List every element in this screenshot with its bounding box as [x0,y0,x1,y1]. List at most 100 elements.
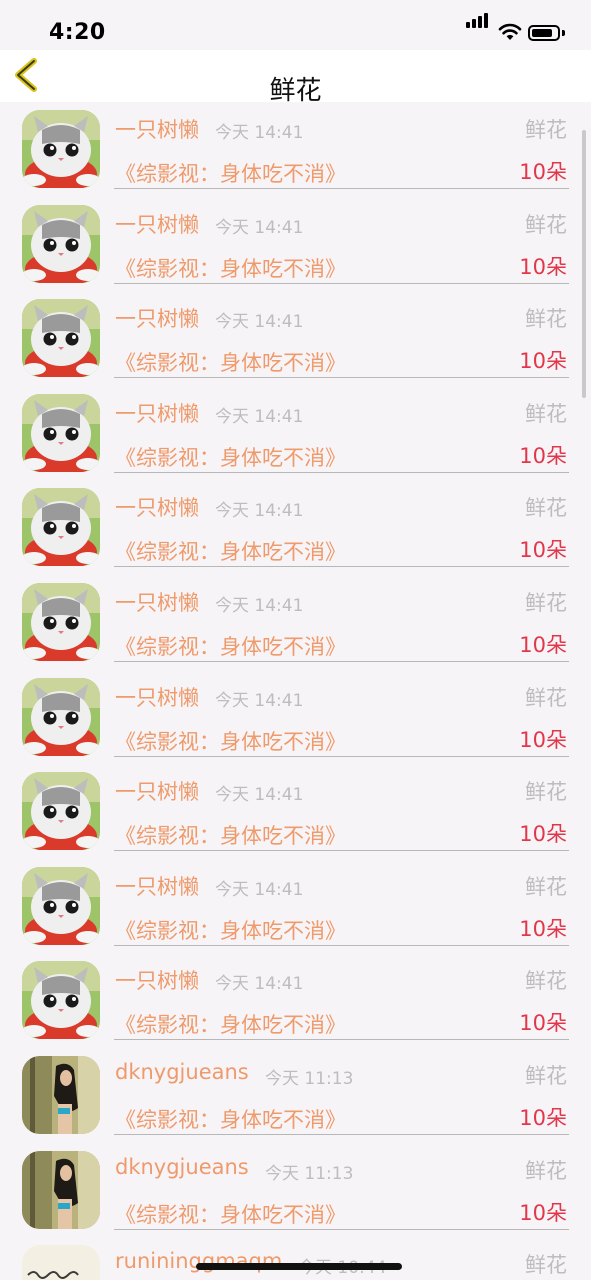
list-item[interactable]: 一只树懒 今天 14:41 鲜花 《综影视：身体吃不消》 10朵 [0,197,591,292]
user-name: 一只树懒 [115,969,199,994]
user-name: 一只树懒 [115,591,199,615]
gift-record-list[interactable]: 一只树懒 今天 14:41 鲜花 《综影视：身体吃不消》 10朵 一只树懒 今天 14:41… [0,102,591,1280]
gift-time: 今天 14:41 [215,406,304,427]
gift-type: 鲜花 [525,1064,567,1088]
list-item[interactable]: dknygjueans 今天 11:13 鲜花 《综影视：身体吃不消》 10朵 [0,1048,591,1143]
row-divider [114,377,569,379]
user-name: 一只树懒 [115,401,199,426]
avatar[interactable] [22,1056,100,1134]
user-name: 一只树懒 [115,874,199,899]
book-title[interactable]: 《综影视：身体吃不消》 [115,1104,346,1134]
gift-time: 今天 14:41 [215,217,304,238]
gift-time: 今天 14:41 [215,974,304,995]
book-title[interactable]: 《综影视：身体吃不消》 [115,253,346,283]
avatar[interactable] [22,961,100,1040]
row-divider [114,188,569,189]
avatar[interactable] [22,204,100,283]
row-divider [114,1039,569,1041]
book-title[interactable]: 《综影视：身体吃不消》 [115,158,346,188]
avatar[interactable] [22,1150,100,1229]
row-divider [114,755,569,757]
flower-count: 10朵 [519,633,567,657]
row-divider [114,282,569,284]
status-time: 4:20 [49,20,106,45]
gift-time: 今天 14:41 [215,879,304,900]
user-name: 一只树懒 [115,685,199,710]
book-title[interactable]: 《综影视：身体吃不消》 [115,820,346,850]
list-item[interactable]: 一只树懒 今天 14:41 鲜花《综影视：身体吃不消》 10朵 [0,102,591,197]
flower-count: 10朵 [519,1200,567,1225]
gift-time: 今天 11:13 [265,1069,354,1089]
row-divider [114,1134,569,1135]
book-title[interactable]: 《综影视：身体吃不消》 [115,347,346,377]
gift-type: 鲜花 [525,780,567,805]
row-divider [114,1228,569,1230]
avatar[interactable] [22,1245,100,1280]
flower-count: 10朵 [519,916,567,941]
list-item[interactable]: 一只树懒 今天 14:41 鲜花 《综影视：身体吃不消》 10朵 [0,953,591,1048]
avatar[interactable] [22,488,100,567]
flower-count: 10朵 [519,538,567,563]
book-title[interactable]: 《综影视：身体吃不消》 [115,536,346,566]
row-divider [114,661,569,662]
gift-time: 今天 14:41 [215,312,304,333]
list-item[interactable]: 一只树懒 今天 14:41 鲜花 《综影视：身体吃不消》 10朵 [0,575,591,670]
gift-type: 鲜花 [525,118,567,142]
avatar[interactable] [22,299,100,378]
row-divider [114,944,569,946]
flower-count: 10朵 [519,160,567,184]
user-name: 一只树懒 [115,307,199,332]
user-name: 一只树懒 [115,780,199,805]
list-item[interactable]: runininggmaqm今天 10:44鲜花 [0,1237,591,1280]
gift-type: 鲜花 [525,874,567,899]
home-indicator[interactable] [196,1263,402,1270]
book-title[interactable]: 《综影视：身体吃不消》 [115,915,346,945]
status-bar: 4:20 [0,0,591,50]
gift-time: 今天 14:41 [215,596,304,616]
avatar[interactable] [22,110,100,188]
book-title[interactable]: 《综影视：身体吃不消》 [115,442,346,472]
gift-type: 鲜花 [525,212,567,237]
gift-type: 鲜花 [525,1253,567,1278]
avatar[interactable] [22,677,100,756]
user-name: dknygjueans [115,1154,249,1179]
wifi-icon [498,23,522,40]
gift-time: 今天 14:41 [215,690,304,711]
row-divider [114,566,569,568]
list-item[interactable]: dknygjueans 今天 11:13 鲜花《综影视：身体吃不消》 10朵 [0,1143,591,1238]
list-item[interactable]: 一只树懒 今天 14:41 鲜花《综影视：身体吃不消》 10朵 [0,859,591,954]
scrollbar[interactable] [582,130,586,398]
flower-count: 10朵 [519,349,567,374]
gift-time: 今天 14:41 [215,123,304,143]
flower-count: 10朵 [519,822,567,847]
row-divider [114,850,569,852]
flower-count: 10朵 [519,443,567,468]
gift-type: 鲜花 [525,401,567,426]
list-item[interactable]: 一只树懒 今天 14:41 鲜花 《综影视：身体吃不消》 10朵 [0,670,591,765]
book-title[interactable]: 《综影视：身体吃不消》 [115,726,346,756]
list-item[interactable]: 一只树懒 今天 14:41 鲜花《综影视：身体吃不消》 10朵 [0,386,591,481]
book-title[interactable]: 《综影视：身体吃不消》 [115,631,346,661]
row-divider [114,471,569,473]
gift-time: 今天 14:41 [215,501,304,522]
flower-count: 10朵 [519,254,567,279]
gift-type: 鲜花 [525,1158,567,1183]
avatar[interactable] [22,583,100,661]
user-name: 一只树懒 [115,496,199,521]
gift-type: 鲜花 [525,496,567,521]
book-title[interactable]: 《综影视：身体吃不消》 [115,1199,346,1229]
avatar[interactable] [22,866,100,945]
flower-count: 10朵 [519,1011,567,1036]
gift-type: 鲜花 [525,307,567,332]
avatar[interactable] [22,393,100,472]
list-item[interactable]: 一只树懒 今天 14:41 鲜花《综影视：身体吃不消》 10朵 [0,480,591,575]
avatar[interactable] [22,772,100,851]
list-item[interactable]: 一只树懒 今天 14:41 鲜花《综影视：身体吃不消》 10朵 [0,291,591,386]
flower-count: 10朵 [519,727,567,752]
book-title[interactable]: 《综影视：身体吃不消》 [115,1009,346,1039]
gift-time: 今天 11:13 [265,1163,354,1184]
user-name: 一只树懒 [115,118,199,142]
user-name: dknygjueans [115,1060,249,1084]
battery-cap [562,30,565,36]
list-item[interactable]: 一只树懒 今天 14:41 鲜花 《综影视：身体吃不消》 10朵 [0,764,591,859]
